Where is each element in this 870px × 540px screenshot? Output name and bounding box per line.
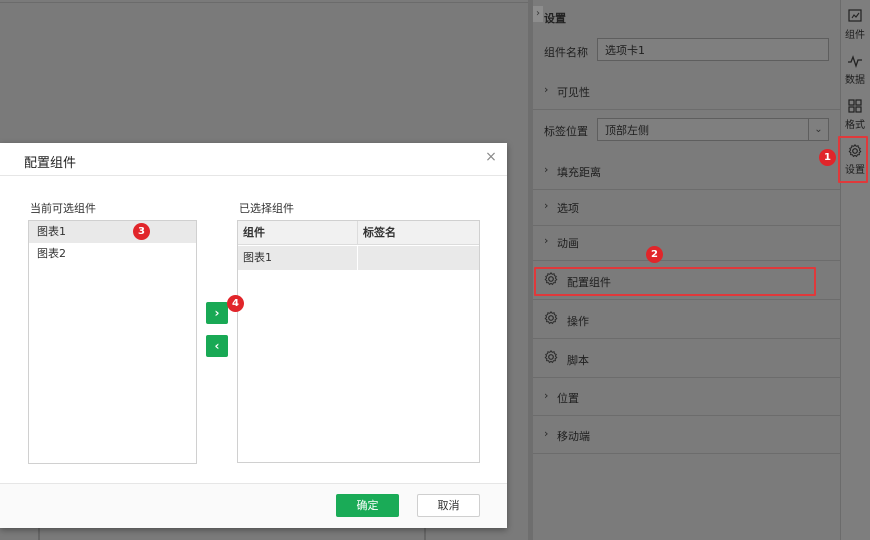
component-icon xyxy=(848,9,862,22)
column-header: 标签名 xyxy=(363,226,396,239)
step-badge-3: 3 xyxy=(133,223,150,240)
highlight-configure-components xyxy=(534,267,816,296)
column-header: 组件 xyxy=(238,221,358,245)
section-padding[interactable]: › 填充距离 xyxy=(533,152,840,190)
panel-title: 设置 xyxy=(544,12,566,25)
tab-position-value: 顶部左侧 xyxy=(605,123,649,137)
rail-label: 格式 xyxy=(845,120,865,131)
move-left-button[interactable]: ‹ xyxy=(206,335,228,357)
component-name-input[interactable]: 选项卡1 xyxy=(597,38,829,61)
step-badge-4: 4 xyxy=(227,295,244,312)
rail-label: 组件 xyxy=(845,30,865,41)
rail-label: 数据 xyxy=(845,75,865,86)
section-label: 填充距离 xyxy=(557,166,601,179)
dialog-header: 配置组件 × xyxy=(0,143,507,176)
available-components-label: 当前可选组件 xyxy=(30,202,96,215)
data-icon xyxy=(848,55,862,69)
section-position[interactable]: › 位置 xyxy=(533,378,840,416)
table-row[interactable]: 图表1 xyxy=(238,246,479,270)
close-icon[interactable]: × xyxy=(484,150,498,164)
section-label: 脚本 xyxy=(567,354,589,367)
list-item[interactable]: 图表2 xyxy=(29,243,196,265)
collapse-panel-icon[interactable]: › xyxy=(533,6,543,22)
section-options[interactable]: › 选项 xyxy=(533,188,840,226)
chevron-right-icon: › xyxy=(544,427,549,440)
chevron-right-icon: › xyxy=(544,389,549,402)
chevron-right-icon: › xyxy=(544,83,549,96)
step-badge-2: 2 xyxy=(646,246,663,263)
component-name-label: 组件名称 xyxy=(544,46,588,59)
confirm-button[interactable]: 确定 xyxy=(336,494,399,517)
component-name-value: 选项卡1 xyxy=(605,43,645,57)
table-cell[interactable] xyxy=(358,246,479,270)
chevron-down-icon: ⌄ xyxy=(808,119,828,140)
dialog-title: 配置组件 xyxy=(24,156,77,171)
rail-item-format[interactable]: 格式 xyxy=(842,98,868,131)
tab-position-select[interactable]: 顶部左侧 ⌄ xyxy=(597,118,829,141)
list-item[interactable]: 图表1 xyxy=(29,221,196,243)
cancel-button[interactable]: 取消 xyxy=(417,494,480,517)
step-badge-1: 1 xyxy=(819,149,836,166)
section-label: 动画 xyxy=(557,237,579,250)
section-label: 可见性 xyxy=(557,86,590,99)
table-header: 组件 标签名 xyxy=(238,221,479,245)
tab-position-label: 标签位置 xyxy=(544,125,588,138)
chevron-right-icon: › xyxy=(544,234,549,247)
rail-item-data[interactable]: 数据 xyxy=(842,53,868,86)
section-animation[interactable]: › 动画 xyxy=(533,223,840,261)
gear-icon xyxy=(544,310,558,325)
gear-icon xyxy=(544,349,558,364)
chevron-right-icon: › xyxy=(544,163,549,176)
selected-components-table: 组件 标签名 图表1 xyxy=(237,220,480,463)
rail-item-components[interactable]: 组件 xyxy=(842,8,868,41)
configure-components-dialog: 配置组件 × 当前可选组件 图表1 图表2 已选择组件 组件 标签名 图表1 ›… xyxy=(0,143,507,528)
highlight-settings-tab xyxy=(838,136,868,183)
chevron-right-icon: › xyxy=(544,199,549,212)
section-visibility[interactable]: › 可见性 xyxy=(533,72,840,110)
selected-components-label: 已选择组件 xyxy=(239,202,294,215)
available-components-list: 图表1 图表2 xyxy=(28,220,197,464)
section-label: 操作 xyxy=(567,315,589,328)
section-script[interactable]: 脚本 xyxy=(533,340,840,378)
section-label: 移动端 xyxy=(557,430,590,443)
section-label: 位置 xyxy=(557,392,579,405)
section-label: 选项 xyxy=(557,202,579,215)
section-mobile[interactable]: › 移动端 xyxy=(533,416,840,454)
format-icon xyxy=(848,99,862,113)
move-right-button[interactable]: › xyxy=(206,302,228,324)
table-cell: 图表1 xyxy=(238,246,358,270)
section-actions[interactable]: 操作 xyxy=(533,301,840,339)
